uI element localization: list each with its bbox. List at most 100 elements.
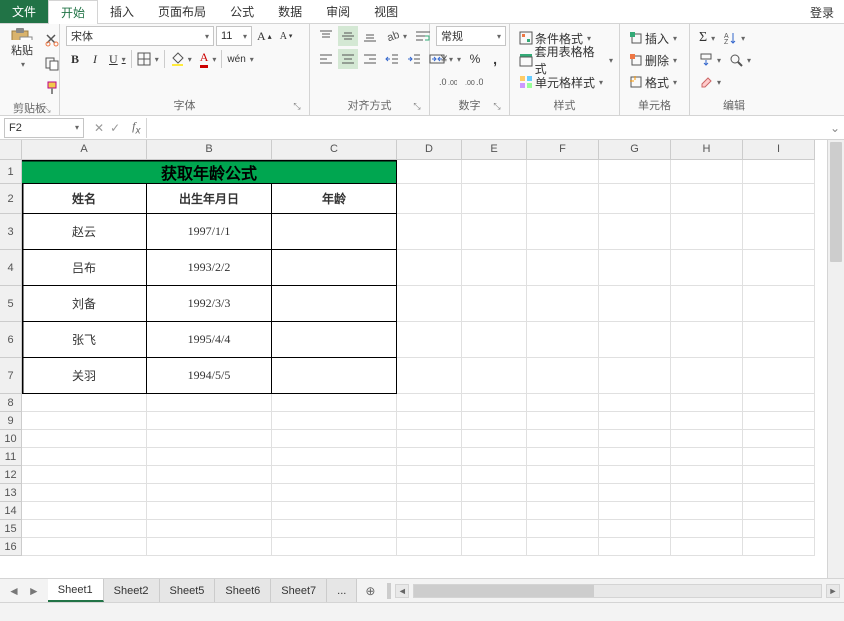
cell[interactable] — [743, 322, 815, 358]
header-cell[interactable]: 出生年月日 — [147, 184, 272, 214]
cell[interactable] — [147, 448, 272, 466]
cell[interactable] — [147, 502, 272, 520]
menu-file[interactable]: 文件 — [0, 0, 48, 23]
row-header[interactable]: 14 — [0, 502, 22, 520]
sheet-tab[interactable]: Sheet6 — [215, 579, 271, 602]
bold-button[interactable]: B — [66, 49, 84, 69]
cell[interactable] — [397, 394, 462, 412]
cell[interactable] — [397, 430, 462, 448]
data-cell[interactable]: 1994/5/5 — [147, 358, 272, 394]
column-header[interactable]: D — [397, 140, 462, 160]
cell[interactable] — [272, 520, 397, 538]
cell[interactable] — [272, 484, 397, 502]
cell[interactable] — [671, 538, 743, 556]
cell[interactable] — [671, 160, 743, 184]
cell[interactable] — [599, 520, 671, 538]
cell[interactable] — [22, 448, 147, 466]
cell[interactable] — [462, 358, 527, 394]
percent-button[interactable]: % — [466, 49, 484, 69]
accounting-format-button[interactable]: ¥ — [436, 49, 464, 69]
cell[interactable] — [599, 322, 671, 358]
cell[interactable] — [527, 412, 599, 430]
cell[interactable] — [462, 466, 527, 484]
decrease-decimal-button[interactable]: .00.0 — [462, 72, 486, 92]
sheet-tab-more[interactable]: ... — [327, 579, 357, 602]
data-cell[interactable] — [272, 322, 397, 358]
align-bottom-button[interactable] — [360, 26, 380, 46]
cell[interactable] — [397, 538, 462, 556]
cell[interactable] — [147, 538, 272, 556]
increase-decimal-button[interactable]: .0.00 — [436, 72, 460, 92]
column-header[interactable]: G — [599, 140, 671, 160]
cell[interactable] — [743, 484, 815, 502]
phonetic-button[interactable]: wén — [224, 49, 256, 69]
cell[interactable] — [527, 538, 599, 556]
column-header[interactable]: C — [272, 140, 397, 160]
column-header[interactable]: A — [22, 140, 147, 160]
cell[interactable] — [671, 214, 743, 250]
vertical-scrollbar[interactable] — [827, 140, 844, 578]
hscroll-right[interactable]: ► — [826, 584, 840, 598]
fx-icon[interactable]: fx — [126, 119, 146, 136]
cell[interactable] — [397, 520, 462, 538]
cell[interactable] — [462, 394, 527, 412]
data-cell[interactable] — [272, 214, 397, 250]
row-header[interactable]: 12 — [0, 466, 22, 484]
format-cells-button[interactable]: 格式 — [626, 72, 686, 92]
sort-filter-button[interactable]: AZ — [720, 28, 748, 48]
cell[interactable] — [397, 214, 462, 250]
cell[interactable] — [671, 322, 743, 358]
menu-tab-review[interactable]: 审阅 — [314, 0, 362, 23]
cell[interactable] — [22, 520, 147, 538]
cell[interactable] — [147, 394, 272, 412]
increase-font-button[interactable]: A▴ — [254, 26, 275, 46]
cell[interactable] — [671, 250, 743, 286]
column-header[interactable]: H — [671, 140, 743, 160]
font-size-select[interactable]: 11▾ — [216, 26, 252, 46]
table-format-button[interactable]: 套用表格格式 — [516, 50, 616, 70]
menu-tab-insert[interactable]: 插入 — [98, 0, 146, 23]
cell[interactable] — [22, 430, 147, 448]
cell[interactable] — [462, 322, 527, 358]
cell[interactable] — [527, 322, 599, 358]
cell[interactable] — [397, 502, 462, 520]
align-center-button[interactable] — [338, 49, 358, 69]
row-header[interactable]: 6 — [0, 322, 22, 358]
cell[interactable] — [671, 430, 743, 448]
data-cell[interactable]: 张飞 — [22, 322, 147, 358]
accept-formula-button[interactable]: ✓ — [110, 121, 120, 135]
align-right-button[interactable] — [360, 49, 380, 69]
cell[interactable] — [397, 412, 462, 430]
cell[interactable] — [462, 160, 527, 184]
data-cell[interactable] — [272, 250, 397, 286]
cell[interactable] — [527, 286, 599, 322]
cell[interactable] — [743, 250, 815, 286]
cut-button[interactable] — [42, 30, 62, 50]
cell[interactable] — [462, 484, 527, 502]
menu-tab-layout[interactable]: 页面布局 — [146, 0, 218, 23]
cell[interactable] — [599, 394, 671, 412]
fill-color-button[interactable] — [167, 49, 195, 69]
cell[interactable] — [599, 160, 671, 184]
data-cell[interactable]: 1993/2/2 — [147, 250, 272, 286]
cell[interactable] — [397, 484, 462, 502]
find-select-button[interactable] — [726, 50, 754, 70]
cell[interactable] — [22, 484, 147, 502]
sheet-tab[interactable]: Sheet2 — [104, 579, 160, 602]
sheet-tab[interactable]: Sheet7 — [271, 579, 327, 602]
cell[interactable] — [599, 430, 671, 448]
cell[interactable] — [147, 430, 272, 448]
cell[interactable] — [599, 250, 671, 286]
cell[interactable] — [671, 358, 743, 394]
dialog-launcher-icon[interactable]: ⤡ — [411, 101, 423, 113]
row-header[interactable]: 8 — [0, 394, 22, 412]
cell[interactable] — [272, 430, 397, 448]
font-color-button[interactable]: A — [197, 49, 220, 69]
format-painter-button[interactable] — [42, 78, 62, 98]
cell[interactable] — [147, 412, 272, 430]
cell[interactable] — [527, 160, 599, 184]
cell[interactable] — [397, 184, 462, 214]
cell[interactable] — [397, 160, 462, 184]
cell[interactable] — [272, 394, 397, 412]
data-cell[interactable]: 1997/1/1 — [147, 214, 272, 250]
